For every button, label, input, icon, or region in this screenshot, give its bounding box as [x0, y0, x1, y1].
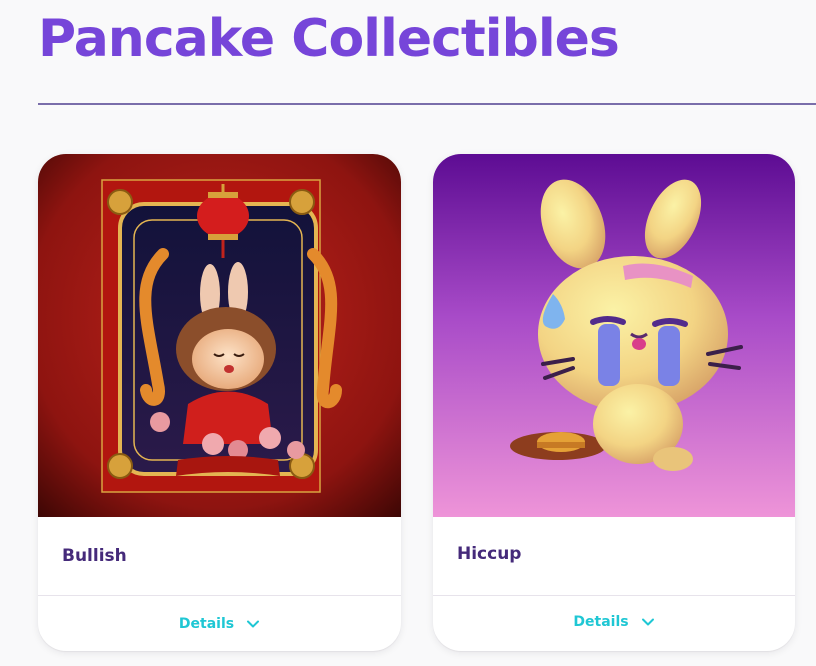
- chevron-down-icon: [247, 620, 260, 628]
- details-button[interactable]: Details: [433, 607, 795, 637]
- details-label: Details: [573, 614, 629, 630]
- bullish-artwork[interactable]: [38, 154, 401, 517]
- card-divider: [433, 595, 795, 596]
- chevron-down-icon: [641, 618, 654, 626]
- collectible-card-hiccup: Hiccup Details: [433, 154, 795, 651]
- title-divider: [38, 103, 816, 105]
- collectible-card-bullish: Bullish Details: [38, 154, 401, 651]
- card-title: Hiccup: [457, 544, 522, 564]
- details-label: Details: [178, 616, 235, 632]
- card-title: Bullish: [62, 546, 127, 566]
- card-divider: [38, 595, 401, 596]
- details-button[interactable]: Details: [38, 609, 401, 639]
- page-title: Pancake Collectibles: [38, 9, 620, 69]
- hiccup-artwork[interactable]: [433, 154, 795, 517]
